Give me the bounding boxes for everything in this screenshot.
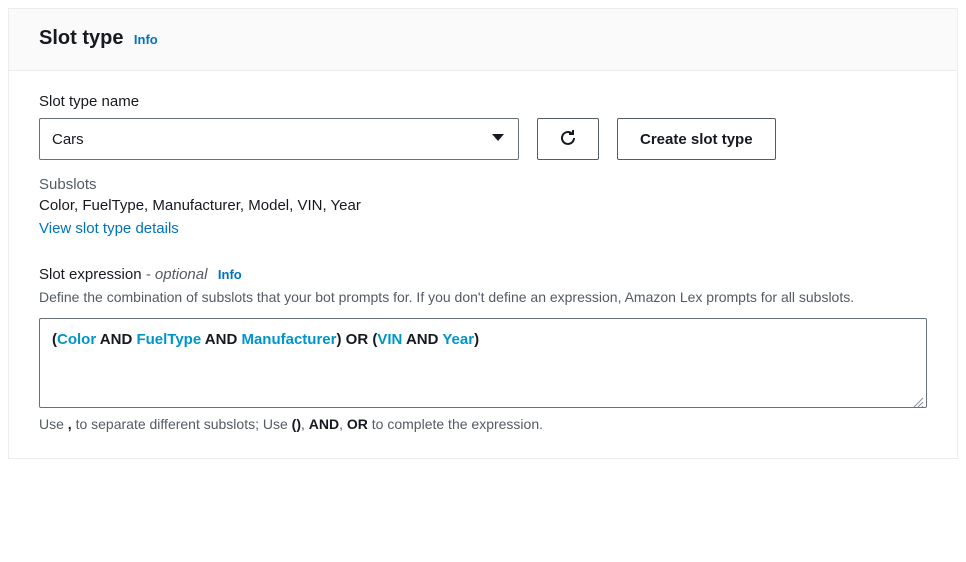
slot-type-select[interactable]: Cars [39, 118, 519, 160]
resize-handle-icon[interactable] [912, 393, 924, 405]
hint-text: , [339, 416, 347, 432]
expression-token: Color [57, 331, 96, 348]
hint-text: Use [39, 416, 68, 432]
expression-token: ) [474, 331, 479, 348]
expression-token: VIN [377, 331, 402, 348]
expression-token: FuelType [136, 331, 201, 348]
slot-expression-input[interactable]: (Color AND FuelType AND Manufacturer) OR… [39, 318, 927, 408]
info-link-expression[interactable]: Info [218, 267, 242, 282]
slot-expression-section: Slot expression - optional Info Define t… [39, 266, 927, 432]
view-slot-type-details-link[interactable]: View slot type details [39, 220, 179, 237]
hint-parens: () [292, 416, 301, 432]
subslots-list: Color, FuelType, Manufacturer, Model, VI… [39, 197, 927, 214]
create-slot-type-label: Create slot type [640, 131, 753, 148]
panel-title: Slot type [39, 27, 123, 49]
expression-token: AND [96, 331, 136, 348]
hint-text: , [301, 416, 309, 432]
subslots-section: Subslots Color, FuelType, Manufacturer, … [39, 176, 927, 238]
slot-type-select-wrap: Cars [39, 118, 519, 160]
slot-type-selected-value: Cars [52, 131, 84, 148]
hint-text: to complete the expression. [368, 416, 543, 432]
hint-and: AND [309, 416, 339, 432]
slot-expression-description: Define the combination of subslots that … [39, 288, 927, 308]
info-link-header[interactable]: Info [134, 32, 158, 47]
slot-type-row: Cars Create slot type [39, 118, 927, 160]
refresh-icon [558, 128, 578, 151]
create-slot-type-button[interactable]: Create slot type [617, 118, 776, 160]
slot-expression-heading: Slot expression [39, 266, 142, 283]
expression-hint: Use , to separate different subslots; Us… [39, 416, 927, 432]
expression-token: Year [442, 331, 474, 348]
hint-text: to separate different subslots; Use [72, 416, 292, 432]
expression-token: AND [402, 331, 442, 348]
refresh-button[interactable] [537, 118, 599, 160]
slot-type-name-label: Slot type name [39, 93, 927, 110]
slot-type-panel: Slot type Info Slot type name Cars [8, 8, 958, 459]
panel-header: Slot type Info [9, 9, 957, 71]
subslots-label: Subslots [39, 176, 927, 193]
panel-body: Slot type name Cars Create [9, 71, 957, 458]
slot-expression-heading-row: Slot expression - optional Info [39, 266, 927, 284]
expression-token: OR [342, 331, 373, 348]
hint-or: OR [347, 416, 368, 432]
expression-token: Manufacturer [241, 331, 336, 348]
optional-text: - optional [142, 266, 208, 283]
expression-token: AND [201, 331, 241, 348]
